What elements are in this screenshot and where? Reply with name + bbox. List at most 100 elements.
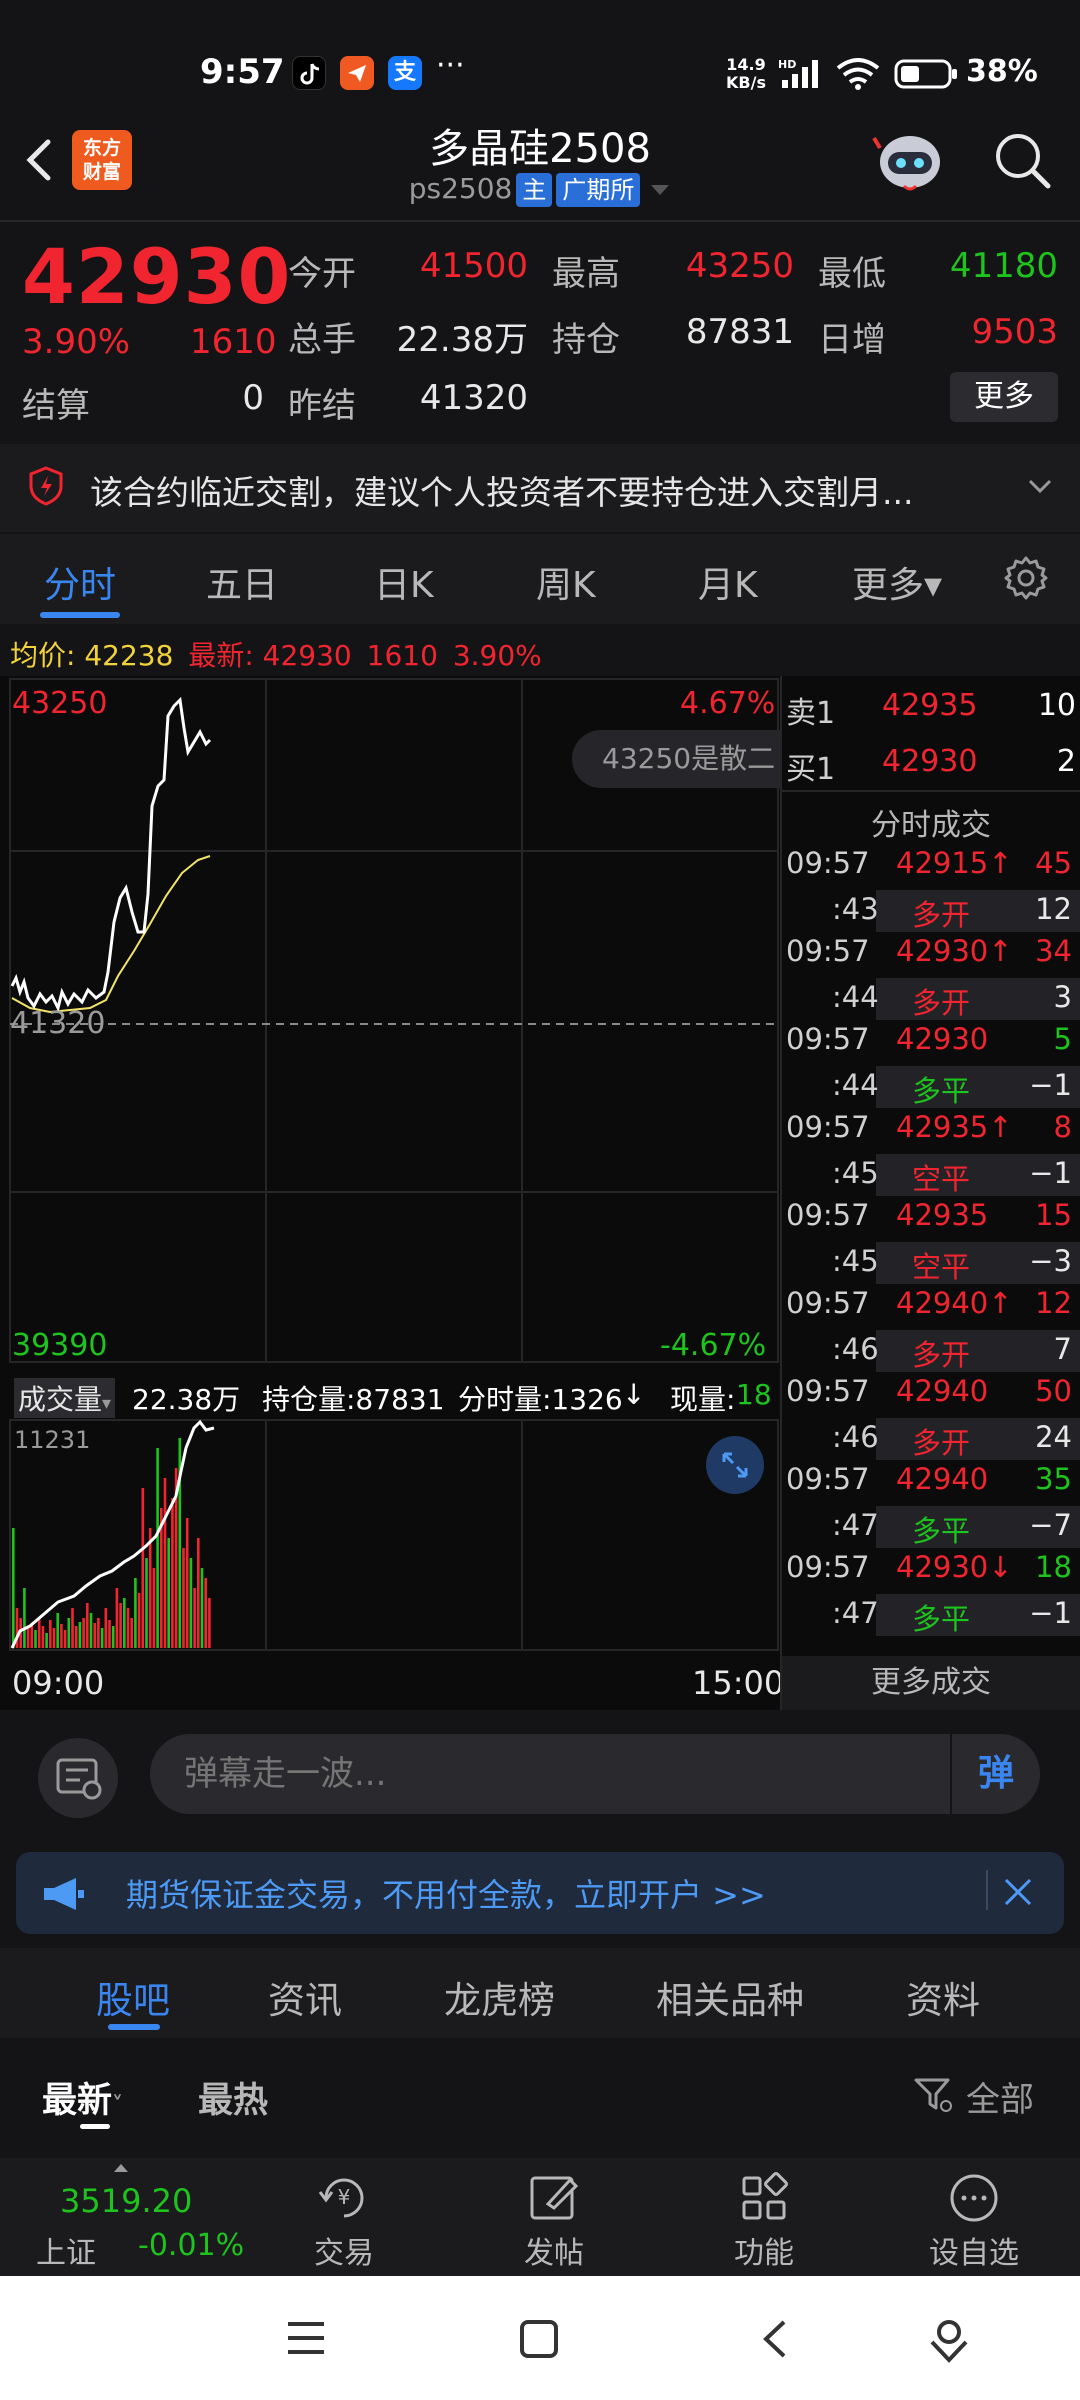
tab-five-day[interactable]: 五日 xyxy=(206,556,278,608)
post-icon xyxy=(530,2176,579,2220)
contract-code: ps2508 xyxy=(408,172,513,205)
volume-bar xyxy=(56,1613,59,1648)
trade-price: 42935 xyxy=(896,1198,989,1232)
volume-bar xyxy=(78,1622,82,1648)
exchange-tag: 广期所 xyxy=(556,173,641,207)
volume-bar xyxy=(200,1568,204,1648)
filter-icon[interactable] xyxy=(912,2074,954,2116)
settings-icon[interactable] xyxy=(1002,554,1050,602)
danmaku-toggle-button[interactable] xyxy=(38,1738,118,1818)
assistant-icon[interactable] xyxy=(924,2314,974,2364)
trade-type-volume: 3 xyxy=(1053,980,1072,1014)
trade-sub-time: :46 xyxy=(832,1332,879,1366)
trade-volume: 35 xyxy=(1035,1462,1072,1496)
chart-tooltip[interactable]: 43250是散二 xyxy=(572,730,780,788)
active-sort-indicator xyxy=(80,2124,110,2129)
volume-bar xyxy=(130,1618,133,1648)
trade-type: 空平 xyxy=(912,1250,971,1284)
volume-bar xyxy=(100,1628,104,1648)
back-nav-icon[interactable] xyxy=(756,2316,792,2362)
volume-bar xyxy=(111,1626,115,1648)
trade-sub-time: :44 xyxy=(832,980,879,1014)
trade-price: 42915↑ xyxy=(896,846,1013,880)
battery-percentage: 38% xyxy=(966,54,1038,89)
tab-intraday[interactable]: 分时 xyxy=(44,556,116,608)
more-trades-button[interactable]: 更多成交 xyxy=(782,1656,1080,1710)
time-axis-start: 09:00 xyxy=(12,1664,105,1702)
danmaku-settings-icon xyxy=(56,1758,102,1800)
y-axis-mid: 41320 xyxy=(10,1006,106,1041)
tab-monthly-k[interactable]: 月K xyxy=(698,556,758,608)
danmaku-input[interactable] xyxy=(150,1734,1040,1814)
volume-bar xyxy=(171,1498,174,1648)
nav-add-watchlist[interactable]: 设自选 xyxy=(914,2170,1034,2272)
volume-bar xyxy=(74,1626,78,1648)
active-section-indicator xyxy=(108,2024,160,2030)
trade-volume: 12 xyxy=(1035,1286,1072,1320)
settle-label: 结算 xyxy=(22,386,90,426)
latest-pct: 3.90% xyxy=(452,639,542,672)
menu-icon[interactable] xyxy=(284,2318,328,2358)
latest-change: 1610 xyxy=(366,639,438,672)
low-value: 41180 xyxy=(949,246,1058,286)
y-axis-top: 43250 xyxy=(12,686,108,721)
filter-label[interactable]: 全部 xyxy=(966,2072,1034,2121)
tab-stock-forum[interactable]: 股吧 xyxy=(96,1970,170,2024)
sort-latest[interactable]: 最新˅ xyxy=(42,2072,123,2123)
volume-bar xyxy=(26,1628,30,1648)
volume-bar xyxy=(185,1518,189,1648)
danmaku-send-button[interactable]: 弹 xyxy=(950,1734,1040,1814)
fullscreen-button[interactable] xyxy=(706,1436,764,1494)
chevron-down-icon[interactable] xyxy=(1024,470,1056,502)
banner-divider xyxy=(986,1870,988,1910)
nav-trade[interactable]: ¥ 交易 xyxy=(284,2170,404,2272)
index-value[interactable]: 3519.20 xyxy=(60,2182,192,2220)
volume-label: 总手 xyxy=(288,320,356,360)
volume-bar xyxy=(49,1620,52,1648)
index-name: 上证 xyxy=(36,2236,96,2271)
high-value: 43250 xyxy=(685,246,794,286)
nav-functions[interactable]: 功能 xyxy=(704,2170,824,2272)
volume-bar xyxy=(104,1608,108,1648)
tab-weekly-k[interactable]: 周K xyxy=(536,556,596,608)
svg-text:¥: ¥ xyxy=(338,2185,351,2209)
volume-bar xyxy=(60,1624,63,1648)
intraday-chart[interactable] xyxy=(0,676,780,1710)
trade-time: 09:57 xyxy=(786,1550,870,1584)
system-nav-bar xyxy=(0,2276,1080,2400)
bid-label: 买1 xyxy=(786,752,836,787)
tab-more-periods[interactable]: 更多▾ xyxy=(852,556,942,608)
open-interest-label: 持仓 xyxy=(552,320,620,360)
open-interest-text: 持仓量:87831 xyxy=(262,1383,445,1416)
time-axis-end: 15:00 xyxy=(692,1664,785,1702)
volume-bar xyxy=(208,1598,211,1648)
trades-list[interactable]: 09:57 42915↑ 45:43 多开 12 09:57 42930↑ 34:44 多开 3 0… xyxy=(782,846,1080,1646)
wifi-icon xyxy=(836,58,880,90)
volume-bar xyxy=(86,1603,89,1648)
more-quote-button[interactable]: 更多 xyxy=(950,372,1058,422)
volume-type-selector[interactable]: 成交量▾ xyxy=(14,1378,116,1418)
volume-bar xyxy=(67,1618,71,1648)
search-icon[interactable] xyxy=(990,128,1054,192)
status-time: 9:57 xyxy=(200,52,285,92)
tab-related-products[interactable]: 相关品种 xyxy=(656,1970,804,2024)
robot-assistant-icon[interactable] xyxy=(872,128,948,194)
sort-hot[interactable]: 最热 xyxy=(198,2072,268,2123)
ask-price: 42935 xyxy=(882,688,978,723)
tab-daily-k[interactable]: 日K xyxy=(374,556,434,608)
status-bar: 9:57 支 ··· 14.9 KB/s HD 38% xyxy=(0,0,1080,120)
price-change: 1610 xyxy=(190,322,277,362)
home-icon[interactable] xyxy=(518,2318,560,2360)
banner-text: 期货保证金交易，不用付全款，立即开户 >> xyxy=(126,1876,766,1914)
nav-post[interactable]: 发帖 xyxy=(494,2170,614,2272)
tab-leaderboard[interactable]: 龙虎榜 xyxy=(444,1970,555,2024)
tick-arrow: ↓ xyxy=(622,1378,646,1411)
trade-type: 多开 xyxy=(912,1426,971,1460)
chart-info-line: 均价: 42238 最新: 42930 1610 3.90% xyxy=(10,634,542,674)
tab-news[interactable]: 资讯 xyxy=(268,1970,342,2024)
close-icon[interactable] xyxy=(998,1872,1038,1912)
ask-volume: 10 xyxy=(1037,688,1076,723)
volume-bar xyxy=(45,1633,48,1648)
trade-type-volume: 12 xyxy=(1035,892,1072,926)
tab-profile[interactable]: 资料 xyxy=(906,1970,980,2024)
